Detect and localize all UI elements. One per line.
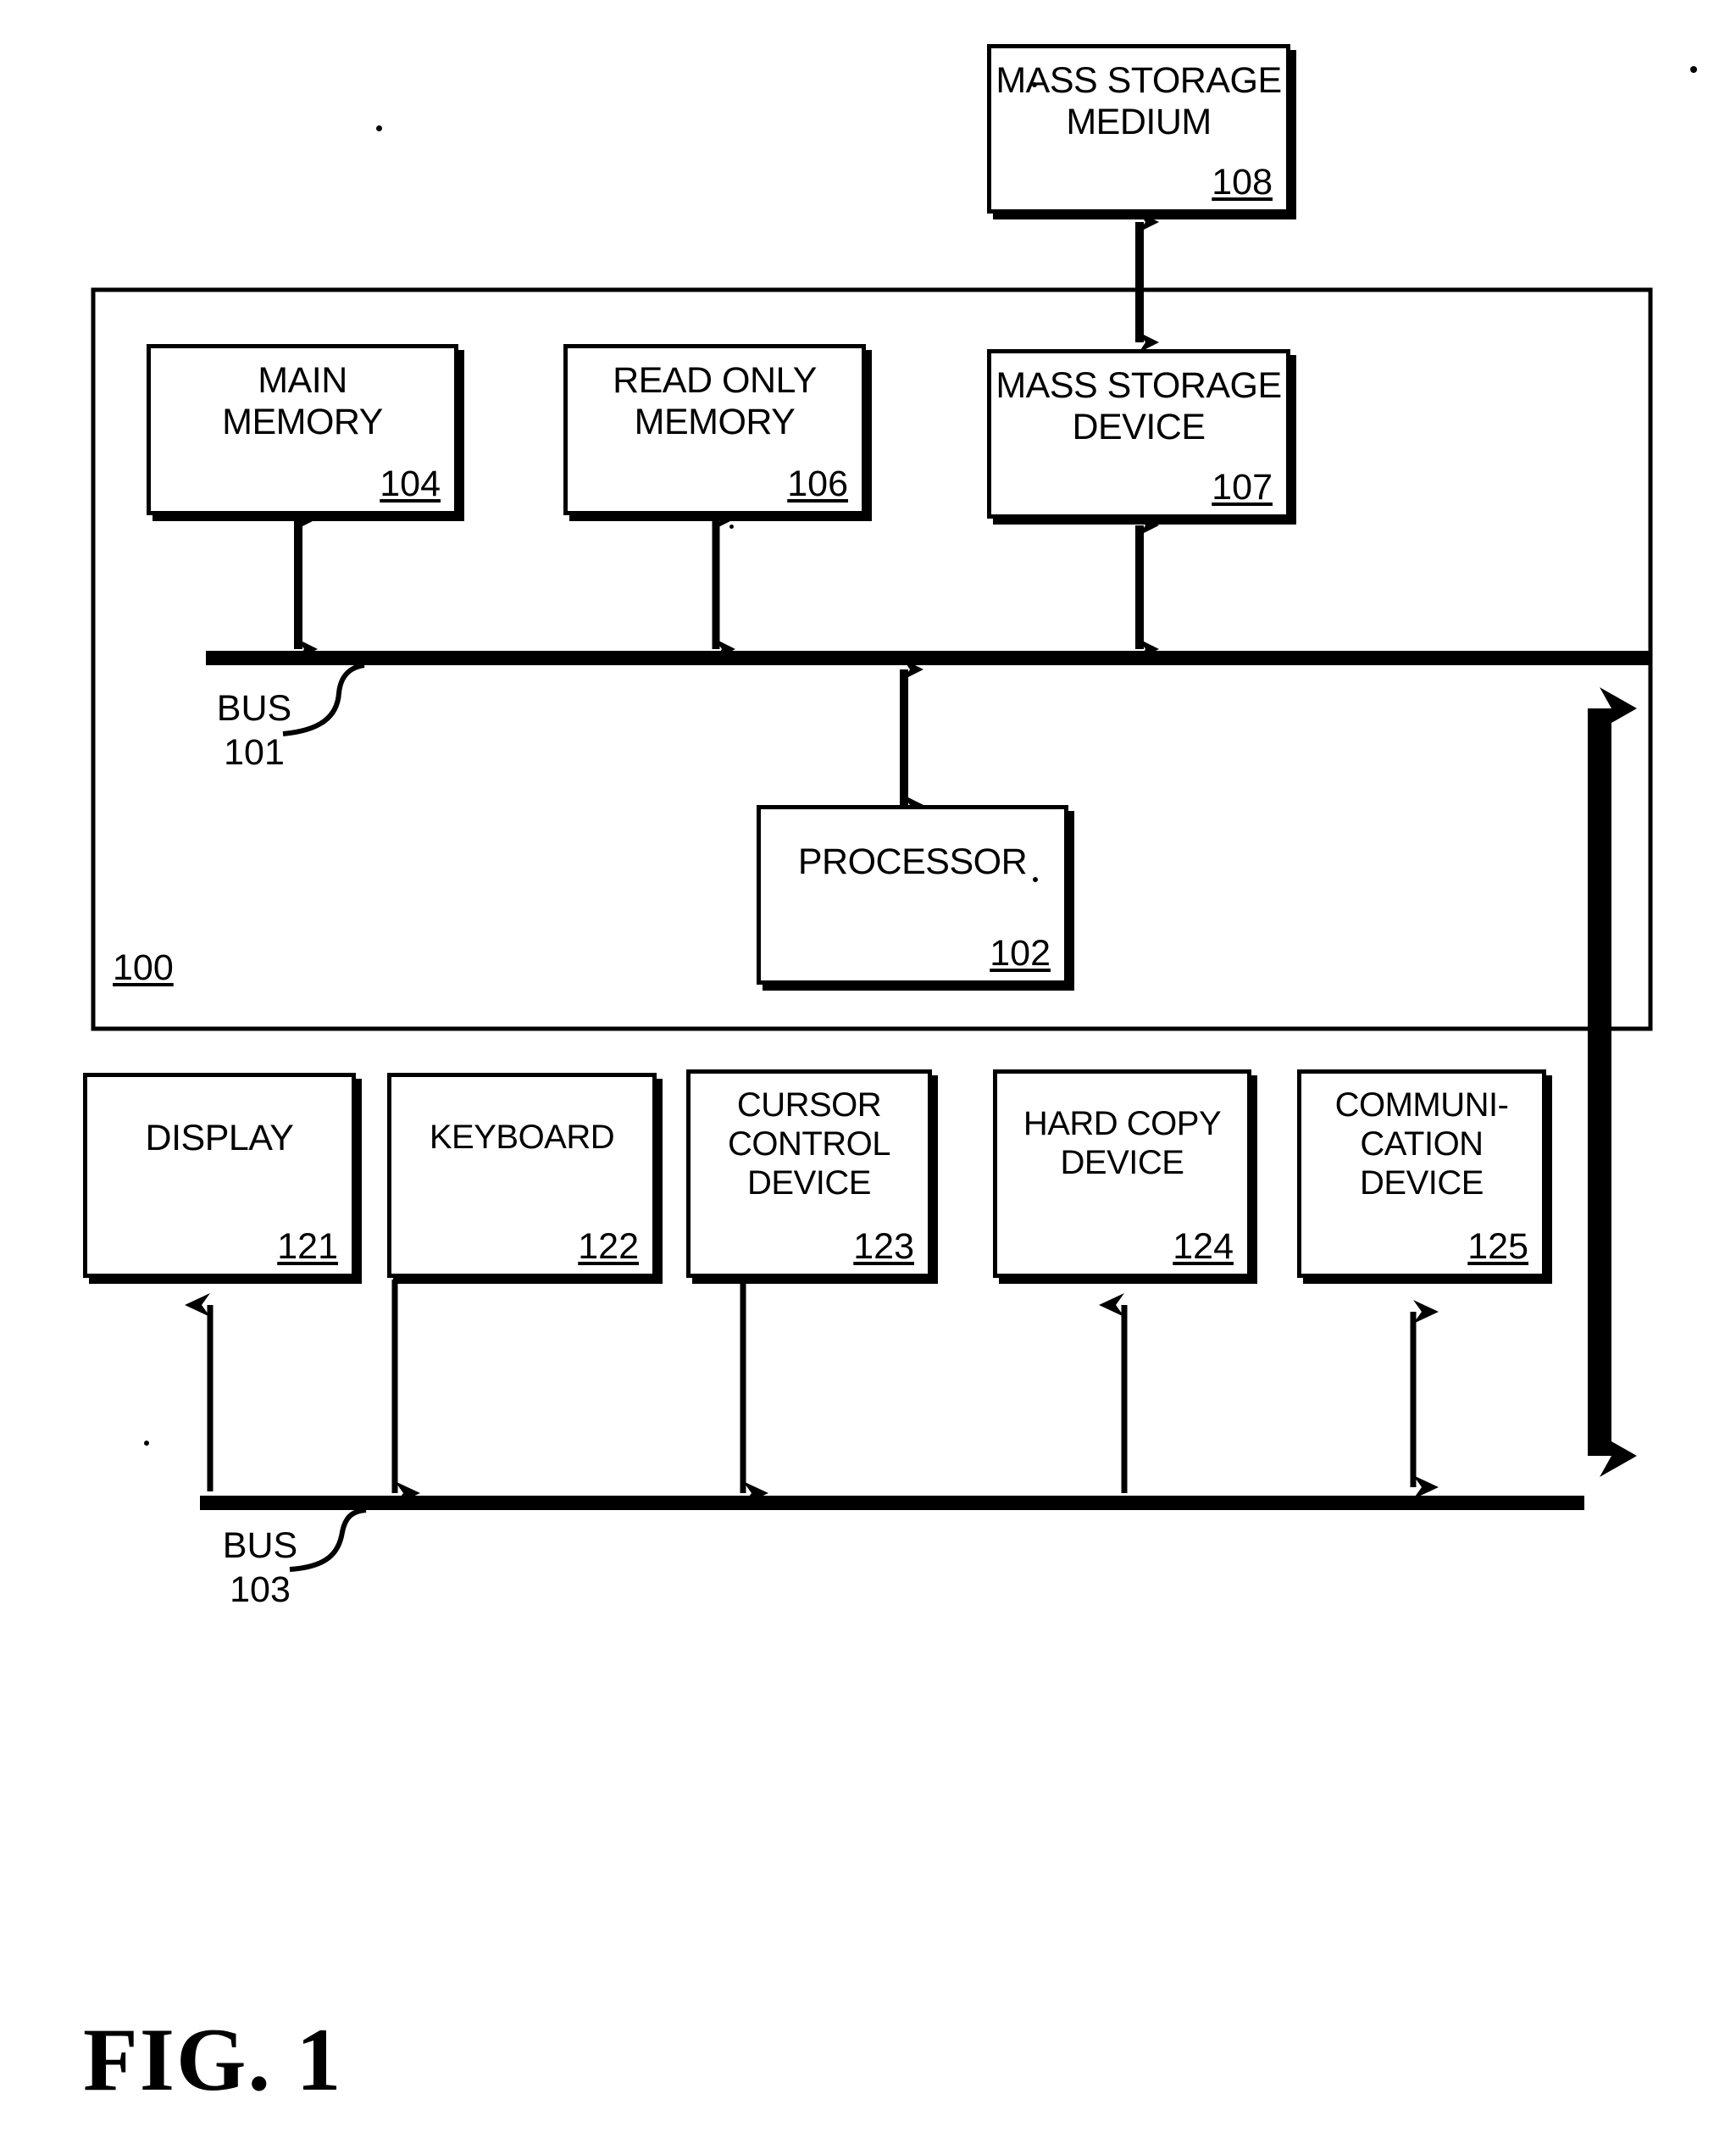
bus-101-bar — [206, 651, 1650, 665]
scan-speck — [1032, 82, 1037, 87]
block-ref: 125 — [1467, 1226, 1528, 1267]
block-title: MASS STORAGE DEVICE — [996, 365, 1282, 447]
block-ref: 107 — [1212, 467, 1273, 508]
block-title: READ ONLY MEMORY — [613, 360, 817, 442]
block-read-only-memory: READ ONLY MEMORY 106 — [563, 344, 866, 515]
block-hard-copy-device: HARD COPY DEVICE 124 — [993, 1069, 1251, 1278]
system-ref-100: 100 — [113, 947, 174, 988]
block-ref: 123 — [853, 1226, 914, 1267]
block-cursor-control-device: CURSOR CONTROL DEVICE 123 — [686, 1069, 932, 1278]
scan-speck — [729, 525, 734, 529]
block-mass-storage-medium: MASS STORAGE MEDIUM 108 — [987, 44, 1290, 214]
bus-101-label: BUS 101 — [216, 688, 292, 773]
block-title: COMMUNI- CATION DEVICE — [1334, 1086, 1509, 1202]
block-processor: PROCESSOR 102 — [757, 805, 1068, 985]
block-title: CURSOR CONTROL DEVICE — [727, 1086, 891, 1202]
block-title: HARD COPY DEVICE — [1023, 1105, 1222, 1181]
block-title: DISPLAY — [145, 1118, 294, 1158]
block-communication-device: COMMUNI- CATION DEVICE 125 — [1297, 1069, 1546, 1278]
scan-speck — [144, 1441, 149, 1446]
scan-speck — [1690, 66, 1697, 73]
block-ref: 104 — [380, 464, 441, 504]
block-keyboard: KEYBOARD 122 — [387, 1073, 657, 1278]
block-mass-storage-device: MASS STORAGE DEVICE 107 — [987, 349, 1290, 519]
block-title: MASS STORAGE MEDIUM — [996, 60, 1282, 142]
scan-speck — [1033, 877, 1038, 882]
patent-figure-page: MASS STORAGE MEDIUM 108 MAIN MEMORY 104 … — [0, 0, 1736, 2149]
block-ref: 124 — [1173, 1226, 1234, 1267]
block-title: MAIN MEMORY — [222, 360, 383, 442]
block-title: PROCESSOR — [797, 841, 1028, 882]
block-ref: 108 — [1212, 162, 1273, 203]
figure-caption: FIG. 1 — [83, 2010, 343, 2109]
bus-103-bar — [200, 1496, 1584, 1510]
block-ref: 106 — [787, 464, 848, 504]
block-title: KEYBOARD — [429, 1119, 615, 1156]
bus-103-label: BUS 103 — [222, 1525, 298, 1610]
block-main-memory: MAIN MEMORY 104 — [147, 344, 458, 515]
block-ref: 121 — [277, 1226, 338, 1267]
scan-speck — [376, 125, 382, 131]
block-ref: 122 — [578, 1226, 639, 1267]
block-display: DISPLAY 121 — [83, 1073, 356, 1278]
block-ref: 102 — [990, 933, 1051, 974]
